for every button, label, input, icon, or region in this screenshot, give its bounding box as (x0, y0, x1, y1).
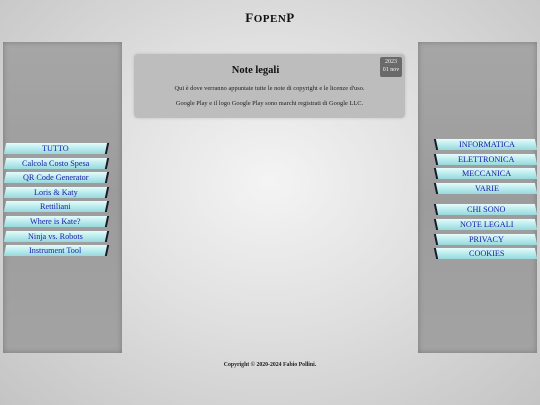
category-elettronica[interactable]: ELETTRONICA (433, 153, 538, 165)
date-badge: 2023 01 nov (380, 57, 402, 77)
left-menu-item-tutto[interactable]: TUTTO (3, 143, 110, 154)
site-title[interactable]: FOPENP (0, 10, 540, 26)
page-note-legali[interactable]: NOTE LEGALI (433, 218, 538, 230)
post-text-line-2: Google Play e il logo Google Play sono m… (175, 100, 364, 107)
right-sidebar: INFORMATICA ELETTRONICA MECCANICA VARIE … (418, 42, 538, 353)
left-sidebar: TUTTO Calcola Costo Spesa QR Code Genera… (3, 42, 122, 353)
left-menu-item-calcola-costo-spesa[interactable]: Calcola Costo Spesa (3, 157, 110, 169)
post-card: Note legali 2023 01 nov Qui è dove verra… (134, 54, 405, 118)
left-menu-item-ninja-vs-robots[interactable]: Ninja vs. Robots (3, 230, 110, 242)
left-menu: TUTTO Calcola Costo Spesa QR Code Genera… (3, 143, 122, 260)
category-informatica[interactable]: INFORMATICA (433, 139, 538, 150)
left-menu-item-where-is-kate[interactable]: Where is Kate? (3, 215, 110, 227)
site-title-last: P (286, 10, 295, 25)
left-menu-item-loris-katy[interactable]: Loris & Katy (3, 186, 110, 198)
site-title-first: F (245, 10, 254, 25)
right-menu: INFORMATICA ELETTRONICA MECCANICA VARIE … (418, 139, 538, 263)
page-cookies[interactable]: COOKIES (433, 248, 538, 260)
post-text-line-1: Qui è dove verranno appuntate tutte le n… (174, 85, 365, 92)
left-menu-item-qr-code-generator[interactable]: QR Code Generator (3, 172, 110, 184)
post-title: Note legali (231, 65, 280, 76)
date-day-month: 01 nov (382, 67, 400, 73)
footer-copyright: Copyright © 2020-2024 Fabio Pollini. (223, 362, 317, 368)
page-chi-sono[interactable]: CHI SONO (433, 204, 538, 216)
page-privacy[interactable]: PRIVACY (433, 233, 538, 245)
site-title-middle: OPEN (253, 13, 287, 25)
category-varie[interactable]: VARIE (433, 182, 538, 194)
left-menu-item-instrument-tool[interactable]: Instrument Tool (3, 245, 110, 257)
left-menu-item-rettiliani[interactable]: Rettiliani (3, 201, 110, 213)
category-meccanica[interactable]: MECCANICA (433, 168, 538, 180)
date-year: 2023 (385, 59, 397, 65)
